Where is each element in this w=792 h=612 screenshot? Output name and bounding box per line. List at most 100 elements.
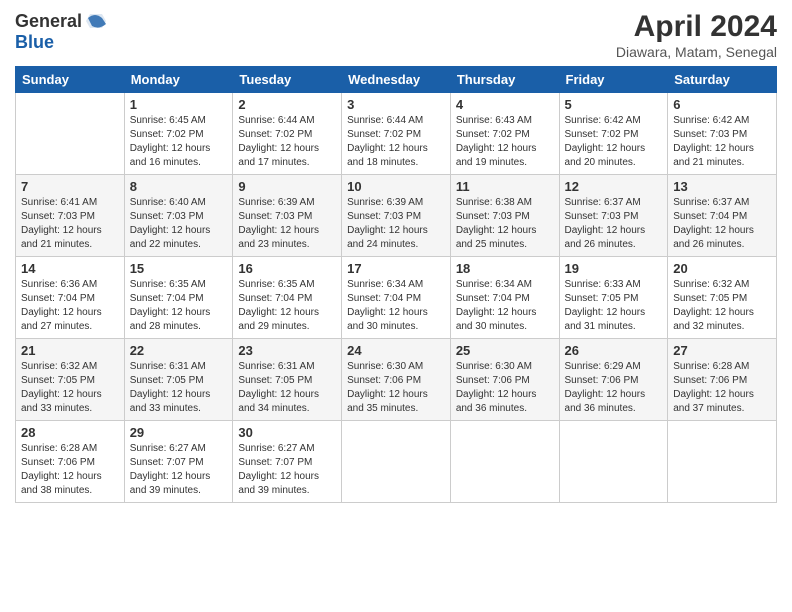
location: Diawara, Matam, Senegal <box>616 44 777 60</box>
day-number: 27 <box>673 343 771 358</box>
day-detail: Sunrise: 6:30 AM Sunset: 7:06 PM Dayligh… <box>456 360 554 416</box>
day-detail: Sunrise: 6:27 AM Sunset: 7:07 PM Dayligh… <box>238 442 336 498</box>
header-thursday: Thursday <box>450 67 559 93</box>
day-number: 21 <box>21 343 119 358</box>
day-number: 26 <box>565 343 663 358</box>
day-detail: Sunrise: 6:45 AM Sunset: 7:02 PM Dayligh… <box>130 114 228 170</box>
day-number: 5 <box>565 97 663 112</box>
day-number: 18 <box>456 261 554 276</box>
day-detail: Sunrise: 6:42 AM Sunset: 7:02 PM Dayligh… <box>565 114 663 170</box>
day-number: 25 <box>456 343 554 358</box>
day-number: 8 <box>130 179 228 194</box>
day-detail: Sunrise: 6:27 AM Sunset: 7:07 PM Dayligh… <box>130 442 228 498</box>
header-sunday: Sunday <box>16 67 125 93</box>
calendar-table: Sunday Monday Tuesday Wednesday Thursday… <box>15 66 777 503</box>
logo-general: General <box>15 11 82 32</box>
day-detail: Sunrise: 6:35 AM Sunset: 7:04 PM Dayligh… <box>238 278 336 334</box>
table-row <box>559 421 668 503</box>
day-detail: Sunrise: 6:28 AM Sunset: 7:06 PM Dayligh… <box>21 442 119 498</box>
day-number: 7 <box>21 179 119 194</box>
day-number: 3 <box>347 97 445 112</box>
day-detail: Sunrise: 6:44 AM Sunset: 7:02 PM Dayligh… <box>238 114 336 170</box>
table-row: 9Sunrise: 6:39 AM Sunset: 7:03 PM Daylig… <box>233 175 342 257</box>
table-row: 20 Sunrise: 6:32 AM Sunset: 7:05 PM Dayli… <box>668 257 777 339</box>
day-detail: Sunrise: 6:34 AM Sunset: 7:04 PM Dayligh… <box>456 278 554 334</box>
day-detail: Sunrise: 6:35 AM Sunset: 7:04 PM Dayligh… <box>130 278 228 334</box>
table-row <box>16 93 125 175</box>
header-friday: Friday <box>559 67 668 93</box>
table-row: 11 Sunrise: 6:38 AM Sunset: 7:03 PM Dayli… <box>450 175 559 257</box>
calendar-week-row: 14Sunrise: 6:36 AM Sunset: 7:04 PM Dayli… <box>16 257 777 339</box>
table-row: 1Sunrise: 6:45 AM Sunset: 7:02 PM Daylig… <box>124 93 233 175</box>
day-detail: Sunrise: 6:30 AM Sunset: 7:06 PM Dayligh… <box>347 360 445 416</box>
header-wednesday: Wednesday <box>342 67 451 93</box>
day-detail: Sunrise: 6:34 AM Sunset: 7:04 PM Dayligh… <box>347 278 445 334</box>
table-row: 2 Sunrise: 6:44 AM Sunset: 7:02 PM Daylig… <box>233 93 342 175</box>
table-row <box>342 421 451 503</box>
calendar-week-row: 28 Sunrise: 6:28 AM Sunset: 7:06 PM Dayli… <box>16 421 777 503</box>
day-number: 16 <box>238 261 336 276</box>
day-number: 20 <box>673 261 771 276</box>
day-detail: Sunrise: 6:32 AM Sunset: 7:05 PM Dayligh… <box>673 278 771 334</box>
calendar-header-row: Sunday Monday Tuesday Wednesday Thursday… <box>16 67 777 93</box>
day-number: 22 <box>130 343 228 358</box>
table-row: 6Sunrise: 6:42 AM Sunset: 7:03 PM Daylig… <box>668 93 777 175</box>
day-number: 12 <box>565 179 663 194</box>
table-row: 14Sunrise: 6:36 AM Sunset: 7:04 PM Dayli… <box>16 257 125 339</box>
header-saturday: Saturday <box>668 67 777 93</box>
header-monday: Monday <box>124 67 233 93</box>
table-row: 5 Sunrise: 6:42 AM Sunset: 7:02 PM Daylig… <box>559 93 668 175</box>
day-number: 14 <box>21 261 119 276</box>
day-detail: Sunrise: 6:28 AM Sunset: 7:06 PM Dayligh… <box>673 360 771 416</box>
table-row: 25 Sunrise: 6:30 AM Sunset: 7:06 PM Dayli… <box>450 339 559 421</box>
table-row: 10Sunrise: 6:39 AM Sunset: 7:03 PM Dayli… <box>342 175 451 257</box>
table-row: 30Sunrise: 6:27 AM Sunset: 7:07 PM Dayli… <box>233 421 342 503</box>
day-detail: Sunrise: 6:44 AM Sunset: 7:02 PM Dayligh… <box>347 114 445 170</box>
day-number: 13 <box>673 179 771 194</box>
day-detail: Sunrise: 6:43 AM Sunset: 7:02 PM Dayligh… <box>456 114 554 170</box>
logo: General Blue <box>15 10 106 53</box>
calendar-week-row: 1Sunrise: 6:45 AM Sunset: 7:02 PM Daylig… <box>16 93 777 175</box>
table-row <box>668 421 777 503</box>
day-number: 2 <box>238 97 336 112</box>
day-number: 11 <box>456 179 554 194</box>
header-tuesday: Tuesday <box>233 67 342 93</box>
day-number: 24 <box>347 343 445 358</box>
table-row: 17 Sunrise: 6:34 AM Sunset: 7:04 PM Dayli… <box>342 257 451 339</box>
table-row: 22 Sunrise: 6:31 AM Sunset: 7:05 PM Dayli… <box>124 339 233 421</box>
table-row: 12 Sunrise: 6:37 AM Sunset: 7:03 PM Dayli… <box>559 175 668 257</box>
table-row: 18 Sunrise: 6:34 AM Sunset: 7:04 PM Dayli… <box>450 257 559 339</box>
table-row: 16 Sunrise: 6:35 AM Sunset: 7:04 PM Dayli… <box>233 257 342 339</box>
table-row: 13 Sunrise: 6:37 AM Sunset: 7:04 PM Dayli… <box>668 175 777 257</box>
table-row: 4Sunrise: 6:43 AM Sunset: 7:02 PM Daylig… <box>450 93 559 175</box>
logo-blue: Blue <box>15 32 54 52</box>
month-title: April 2024 <box>616 10 777 44</box>
day-number: 23 <box>238 343 336 358</box>
day-detail: Sunrise: 6:38 AM Sunset: 7:03 PM Dayligh… <box>456 196 554 252</box>
day-number: 6 <box>673 97 771 112</box>
table-row: 23Sunrise: 6:31 AM Sunset: 7:05 PM Dayli… <box>233 339 342 421</box>
table-row: 3 Sunrise: 6:44 AM Sunset: 7:02 PM Daylig… <box>342 93 451 175</box>
table-row: 24 Sunrise: 6:30 AM Sunset: 7:06 PM Dayli… <box>342 339 451 421</box>
day-number: 17 <box>347 261 445 276</box>
table-row: 26 Sunrise: 6:29 AM Sunset: 7:06 PM Dayli… <box>559 339 668 421</box>
day-detail: Sunrise: 6:37 AM Sunset: 7:04 PM Dayligh… <box>673 196 771 252</box>
table-row: 7Sunrise: 6:41 AM Sunset: 7:03 PM Daylig… <box>16 175 125 257</box>
day-number: 29 <box>130 425 228 440</box>
table-row: 28 Sunrise: 6:28 AM Sunset: 7:06 PM Dayli… <box>16 421 125 503</box>
table-row: 15 Sunrise: 6:35 AM Sunset: 7:04 PM Dayli… <box>124 257 233 339</box>
day-detail: Sunrise: 6:32 AM Sunset: 7:05 PM Dayligh… <box>21 360 119 416</box>
day-number: 10 <box>347 179 445 194</box>
page-container: General Blue April 2024 Diawara, Matam, … <box>0 0 792 513</box>
table-row: 29 Sunrise: 6:27 AM Sunset: 7:07 PM Dayli… <box>124 421 233 503</box>
calendar-week-row: 7Sunrise: 6:41 AM Sunset: 7:03 PM Daylig… <box>16 175 777 257</box>
day-detail: Sunrise: 6:37 AM Sunset: 7:03 PM Dayligh… <box>565 196 663 252</box>
table-row: 19Sunrise: 6:33 AM Sunset: 7:05 PM Dayli… <box>559 257 668 339</box>
day-detail: Sunrise: 6:31 AM Sunset: 7:05 PM Dayligh… <box>130 360 228 416</box>
day-detail: Sunrise: 6:40 AM Sunset: 7:03 PM Dayligh… <box>130 196 228 252</box>
day-number: 19 <box>565 261 663 276</box>
day-number: 28 <box>21 425 119 440</box>
day-number: 15 <box>130 261 228 276</box>
day-detail: Sunrise: 6:29 AM Sunset: 7:06 PM Dayligh… <box>565 360 663 416</box>
calendar-week-row: 21 Sunrise: 6:32 AM Sunset: 7:05 PM Dayli… <box>16 339 777 421</box>
